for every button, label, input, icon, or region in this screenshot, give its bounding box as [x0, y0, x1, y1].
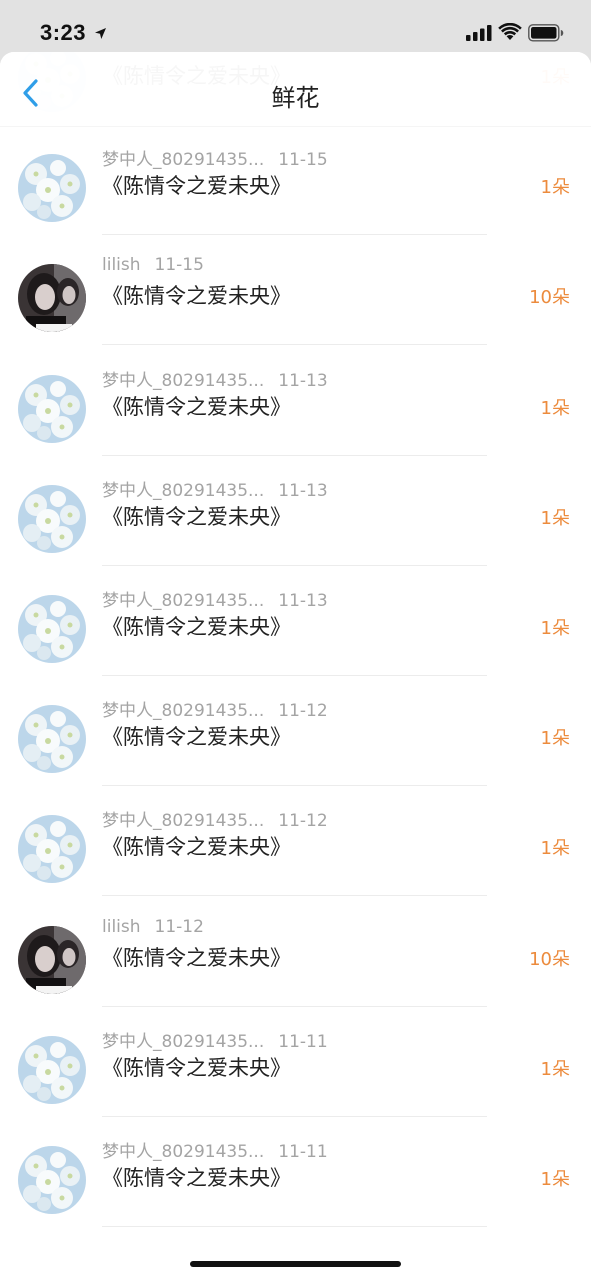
list-item[interactable]: 梦中人_80291435... 11-15 《陈情令之爱未央》 1朵 [0, 125, 591, 236]
item-meta: 梦中人_80291435... 11-11 [102, 1137, 328, 1162]
book-title[interactable]: 《陈情令之爱未央》 [102, 721, 291, 751]
book-title[interactable]: 《陈情令之爱未央》 [102, 501, 291, 531]
page-title: 鲜花 [271, 84, 320, 112]
user-avatar-flower[interactable] [18, 815, 86, 884]
item-meta: 梦中人_80291435... 11-13 [102, 366, 328, 391]
gift-date: 11-15 [278, 150, 328, 171]
book-title[interactable]: 《陈情令之爱未央》 [102, 1052, 291, 1082]
book-title[interactable]: 《陈情令之爱未央》 [102, 1162, 291, 1192]
flower-count: 1朵 [540, 177, 570, 199]
user-avatar-flower[interactable] [18, 1146, 86, 1214]
username[interactable]: lilish [102, 917, 141, 937]
status-bar: 3:23 [0, 0, 591, 52]
user-avatar-flower[interactable] [18, 374, 86, 443]
book-title[interactable]: 《陈情令之爱未央》 [102, 280, 291, 310]
user-avatar-flower[interactable] [18, 484, 86, 553]
username[interactable]: 梦中人_80291435... [102, 591, 264, 611]
user-avatar-flower[interactable] [18, 1035, 86, 1104]
list-item[interactable]: lilish 11-12 《陈情令之爱未央》 10朵 [0, 897, 591, 1007]
flower-count: 1朵 [540, 507, 570, 529]
wifi-icon [498, 22, 522, 45]
username[interactable]: 梦中人_80291435... [102, 481, 264, 501]
list-item[interactable]: 梦中人_80291435... 11-12 《陈情令之爱未央》 1朵 [0, 676, 591, 787]
flower-count: 1朵 [540, 618, 570, 639]
username[interactable]: 梦中人_80291435... [102, 701, 264, 721]
nav-bar: 鲜花 [0, 52, 591, 126]
gift-date: 11-15 [154, 255, 204, 276]
row-divider [102, 1226, 487, 1227]
item-meta: 梦中人_80291435... 11-12 [102, 696, 328, 721]
flower-count: 1朵 [540, 1058, 570, 1080]
username[interactable]: 梦中人_80291435... [102, 150, 264, 170]
flower-count: 1朵 [540, 838, 570, 860]
gift-date: 11-13 [278, 370, 328, 391]
book-title[interactable]: 《陈情令之爱未央》 [102, 831, 291, 861]
phone-screen: 3:23 梦中人_80291435... 11-15 《陈情令之爱未央》 1朵 … [0, 0, 591, 1280]
item-meta: lilish 11-12 [102, 917, 204, 937]
user-avatar-flower[interactable] [18, 154, 86, 223]
gift-date: 11-13 [278, 591, 328, 611]
gift-date: 11-11 [278, 1031, 328, 1052]
item-meta: 梦中人_80291435... 11-12 [102, 806, 328, 831]
battery-icon [528, 24, 564, 46]
gift-date: 11-12 [154, 916, 204, 937]
cellular-signal-icon [466, 25, 492, 45]
flower-count: 1朵 [540, 1169, 570, 1190]
list-item[interactable]: 梦中人_80291435... 11-13 《陈情令之爱未央》 1朵 [0, 346, 591, 456]
user-avatar-portrait[interactable] [18, 264, 86, 333]
item-meta: 梦中人_80291435... 11-13 [102, 586, 328, 611]
item-meta: lilish 11-15 [102, 255, 204, 275]
book-title[interactable]: 《陈情令之爱未央》 [102, 170, 291, 200]
gift-date: 11-12 [278, 811, 328, 832]
username[interactable]: 梦中人_80291435... [102, 1032, 264, 1052]
list-item[interactable]: 梦中人_80291435... 11-13 《陈情令之爱未央》 1朵 [0, 566, 591, 676]
username[interactable]: 梦中人_80291435... [102, 811, 264, 831]
home-indicator[interactable] [190, 1261, 401, 1267]
item-meta: 梦中人_80291435... 11-13 [102, 476, 328, 501]
gift-date: 11-12 [278, 701, 328, 722]
list-item[interactable]: 梦中人_80291435... 11-13 《陈情令之爱未央》 1朵 [0, 456, 591, 566]
item-meta: 梦中人_80291435... 11-11 [102, 1027, 328, 1052]
list-item[interactable]: 梦中人_80291435... 11-11 《陈情令之爱未央》 1朵 [0, 1117, 591, 1227]
user-avatar-portrait[interactable] [18, 925, 86, 994]
flower-count: 1朵 [540, 728, 570, 750]
username[interactable]: 梦中人_80291435... [102, 371, 264, 391]
list-item[interactable]: 梦中人_80291435... 11-12 《陈情令之爱未央》 1朵 [0, 786, 591, 897]
gift-date: 11-13 [278, 480, 328, 501]
user-avatar-flower[interactable] [18, 595, 86, 663]
book-title[interactable]: 《陈情令之爱未央》 [102, 942, 291, 972]
username[interactable]: 梦中人_80291435... [102, 1142, 264, 1162]
gift-date: 11-11 [278, 1142, 328, 1162]
flower-count: 1朵 [540, 397, 570, 419]
location-arrow-icon [94, 25, 107, 44]
book-title[interactable]: 《陈情令之爱未央》 [102, 391, 291, 421]
list-item[interactable]: 梦中人_80291435... 11-11 《陈情令之爱未央》 1朵 [0, 1007, 591, 1117]
flower-count: 10朵 [529, 287, 570, 309]
list-item[interactable]: lilish 11-15 《陈情令之爱未央》 10朵 [0, 235, 591, 346]
book-title[interactable]: 《陈情令之爱未央》 [102, 611, 291, 641]
username[interactable]: lilish [102, 255, 141, 275]
status-time: 3:23 [40, 20, 87, 45]
item-meta: 梦中人_80291435... 11-15 [102, 145, 328, 170]
flower-count: 10朵 [529, 948, 570, 970]
user-avatar-flower[interactable] [18, 705, 86, 774]
flowers-sheet: 《陈情令之爱未央》1朵 梦中人_80291435...11-15《陈情令之爱未央… [0, 52, 591, 1280]
